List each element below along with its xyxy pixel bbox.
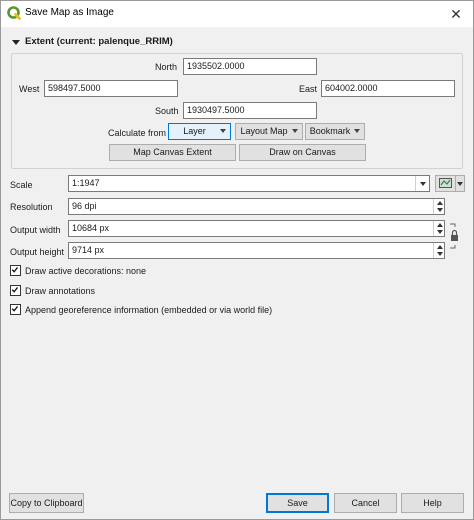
chevron-down-icon (220, 129, 226, 133)
extent-group-title[interactable]: Extent (current: palenque_RRIM) (25, 36, 173, 47)
chevron-down-icon (292, 129, 298, 133)
spin-arrows-icon[interactable] (433, 221, 444, 236)
output-height-value: 9714 px (72, 245, 105, 255)
map-canvas-extent-button[interactable]: Map Canvas Extent (109, 144, 236, 161)
chevron-down-icon[interactable] (415, 176, 429, 191)
north-input[interactable]: 1935502.0000 (183, 58, 317, 75)
calculate-from-label: Calculate from (108, 128, 167, 138)
layer-button[interactable]: Layer (168, 123, 231, 140)
layout-map-button-label: Layout Map (240, 126, 288, 136)
layout-map-button[interactable]: Layout Map (235, 123, 303, 140)
spin-arrows-icon[interactable] (433, 243, 444, 258)
scale-label: Scale (10, 180, 33, 190)
south-input[interactable]: 1930497.5000 (183, 102, 317, 119)
append-georeference-checkbox[interactable] (10, 304, 21, 315)
help-button[interactable]: Help (401, 493, 464, 513)
title-bar: Save Map as Image ✕ (1, 1, 473, 27)
draw-decorations-label[interactable]: Draw active decorations: none (25, 265, 146, 277)
east-label: East (299, 84, 318, 94)
draw-annotations-label[interactable]: Draw annotations (25, 285, 95, 297)
scale-map-icon (439, 178, 452, 188)
output-height-spinbox[interactable]: 9714 px (68, 242, 445, 259)
draw-annotations-checkbox[interactable] (10, 285, 21, 296)
checkmark-icon (11, 287, 19, 293)
chevron-down-icon (354, 129, 360, 133)
output-width-value: 10684 px (72, 223, 110, 233)
append-georeference-label[interactable]: Append georeference information (embedde… (25, 304, 272, 316)
qgis-logo-icon (7, 6, 21, 20)
south-label: South (155, 106, 179, 116)
scale-from-map-button[interactable] (435, 175, 465, 192)
resolution-label: Resolution (10, 202, 53, 212)
checkmark-icon (11, 267, 19, 273)
resolution-spinbox[interactable]: 96 dpi (68, 198, 445, 215)
output-width-label: Output width (10, 225, 61, 235)
east-input[interactable]: 604002.0000 (321, 80, 455, 97)
draw-on-canvas-button[interactable]: Draw on Canvas (239, 144, 366, 161)
save-button[interactable]: Save (266, 493, 329, 513)
west-input[interactable]: 598497.5000 (44, 80, 178, 97)
close-button[interactable]: ✕ (439, 1, 473, 27)
scale-combo[interactable]: 1:1947 (68, 175, 430, 192)
chevron-down-icon[interactable] (455, 176, 464, 191)
scale-value: 1:1947 (72, 178, 100, 188)
resolution-value: 96 dpi (72, 201, 97, 211)
draw-decorations-checkbox[interactable] (10, 265, 21, 276)
west-label: West (19, 84, 40, 94)
cancel-button[interactable]: Cancel (334, 493, 397, 513)
output-width-spinbox[interactable]: 10684 px (68, 220, 445, 237)
close-icon: ✕ (450, 6, 462, 22)
spin-arrows-icon[interactable] (433, 199, 444, 214)
lock-aspect-ratio-icon[interactable] (448, 223, 460, 249)
bookmark-button[interactable]: Bookmark (305, 123, 365, 140)
save-map-dialog: Save Map as Image ✕ Extent (current: pal… (0, 0, 474, 520)
collapse-arrow-icon[interactable] (11, 37, 21, 47)
window-title: Save Map as Image (25, 7, 114, 18)
layer-button-label: Layer (183, 126, 206, 136)
checkmark-icon (11, 306, 19, 312)
bookmark-button-label: Bookmark (309, 126, 351, 136)
north-label: North (155, 62, 178, 72)
copy-to-clipboard-button[interactable]: Copy to Clipboard (9, 493, 84, 513)
output-height-label: Output height (10, 247, 65, 257)
